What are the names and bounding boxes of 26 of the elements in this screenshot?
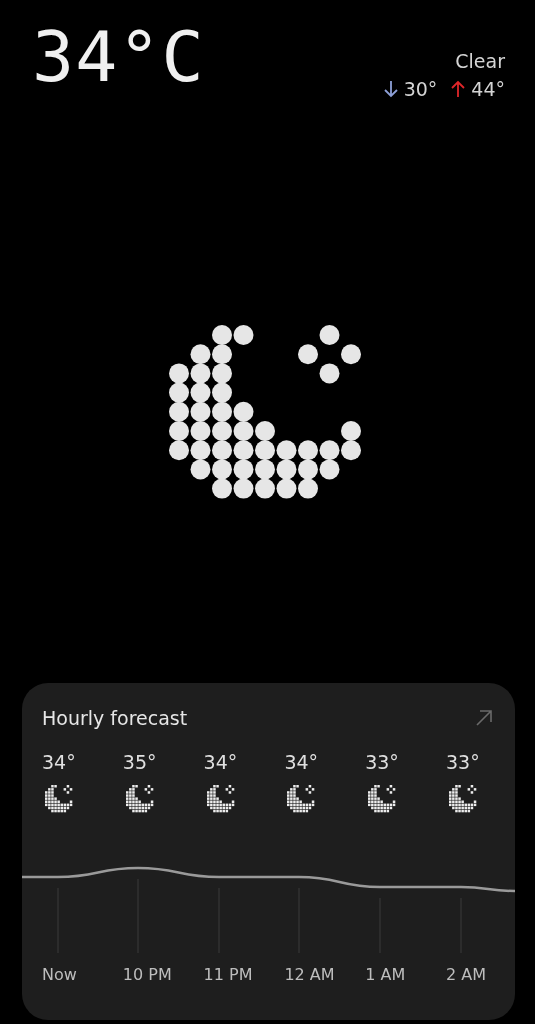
hour-label: 2 AM (446, 965, 486, 984)
expand-arrow-icon[interactable] (475, 709, 493, 727)
moon-icon (287, 785, 316, 813)
hour-label: 10 PM (122, 965, 172, 984)
moon-icon (449, 785, 477, 813)
arrow-up-icon (451, 80, 466, 98)
hourly-temperature: 34° (284, 751, 319, 773)
current-temperature: 34°C (32, 22, 205, 92)
hourly-temperature: 33° (365, 751, 399, 773)
hourly-temperature: 33° (446, 751, 480, 773)
moon-icon (45, 785, 73, 813)
hour-label: Now (42, 965, 77, 984)
hour-label: 1 AM (365, 965, 406, 984)
hourly-temperature: 34° (203, 751, 238, 773)
card-title: Hourly forecast (42, 707, 188, 729)
arrow-down-icon (383, 80, 398, 98)
moon-icon (368, 785, 397, 813)
high-temperature: 44° (471, 78, 505, 100)
moon-icon (125, 785, 154, 813)
hour-label: 12 AM (284, 965, 335, 984)
condition-label: Clear (455, 50, 505, 72)
moon-icon (206, 785, 235, 813)
low-temperature: 30° (403, 78, 438, 100)
hourly-temperature: 34° (42, 751, 76, 773)
hourly-temperature: 35° (122, 751, 157, 773)
hour-label: 11 PM (203, 965, 253, 984)
